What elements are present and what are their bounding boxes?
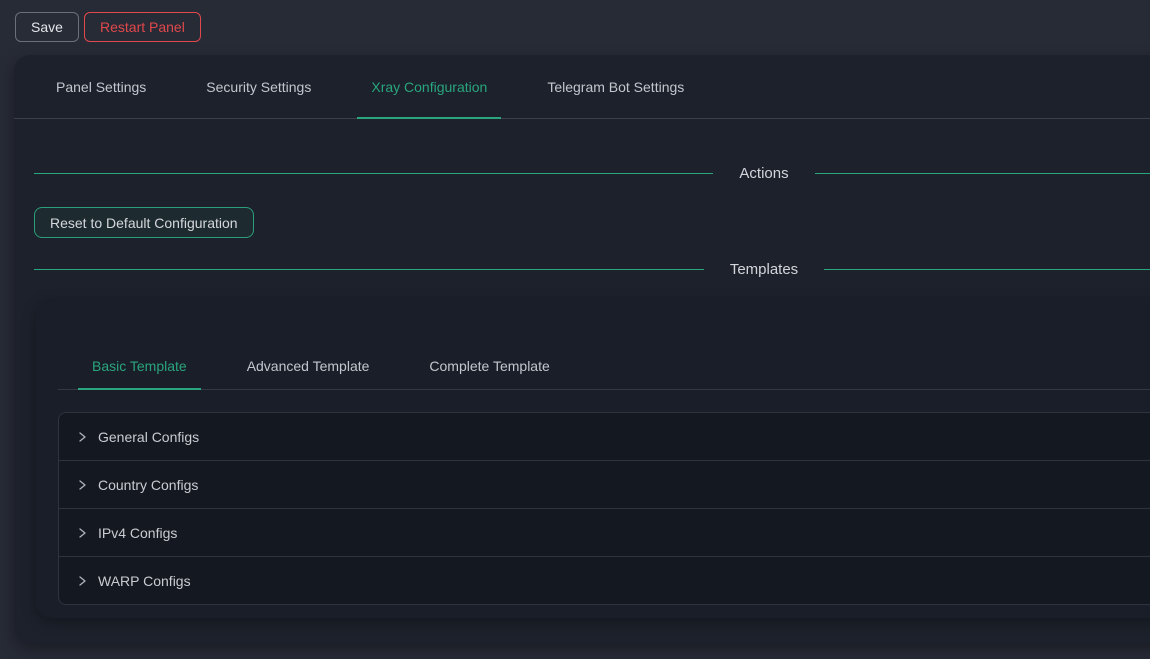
chevron-right-icon [76,479,88,491]
actions-divider: Actions [34,157,1150,189]
tab-telegram-bot-settings[interactable]: Telegram Bot Settings [533,55,698,118]
accordion-item-label: IPv4 Configs [98,525,177,541]
accordion-item-country-configs[interactable]: Country Configs [59,460,1150,508]
accordion-item-label: Country Configs [98,477,198,493]
templates-divider-label: Templates [704,261,824,278]
accordion-item-label: General Configs [98,429,199,445]
tab-security-settings[interactable]: Security Settings [192,55,325,118]
template-tabbar-inner: Basic Template Advanced Template Complet… [78,323,1150,389]
reset-default-configuration-button[interactable]: Reset to Default Configuration [34,207,254,238]
settings-tabbar-inner: Panel Settings Security Settings Xray Co… [42,55,1150,118]
tab-xray-configuration[interactable]: Xray Configuration [357,55,501,118]
settings-card: Panel Settings Security Settings Xray Co… [14,55,1150,643]
actions-divider-label: Actions [713,165,814,182]
save-button[interactable]: Save [15,12,79,42]
top-toolbar: Save Restart Panel [0,0,1150,50]
settings-tabbar: Panel Settings Security Settings Xray Co… [14,55,1150,119]
chevron-right-icon [76,431,88,443]
accordion-item-ipv4-configs[interactable]: IPv4 Configs [59,508,1150,556]
chevron-right-icon [76,575,88,587]
page: Save Restart Panel Panel Settings Securi… [0,0,1150,659]
template-tabbar: Basic Template Advanced Template Complet… [58,299,1150,390]
tab-complete-template[interactable]: Complete Template [415,358,563,389]
templates-divider: Templates [34,253,1150,285]
accordion-item-warp-configs[interactable]: WARP Configs [59,556,1150,604]
restart-panel-button[interactable]: Restart Panel [84,12,201,42]
tab-advanced-template[interactable]: Advanced Template [233,358,384,389]
chevron-right-icon [76,527,88,539]
templates-card: Basic Template Advanced Template Complet… [36,299,1150,618]
config-accordion: General Configs Country Configs [58,412,1150,605]
tab-panel-settings[interactable]: Panel Settings [42,55,160,118]
accordion-item-label: WARP Configs [98,573,191,589]
accordion-item-general-configs[interactable]: General Configs [59,413,1150,460]
tab-basic-template[interactable]: Basic Template [78,358,201,389]
